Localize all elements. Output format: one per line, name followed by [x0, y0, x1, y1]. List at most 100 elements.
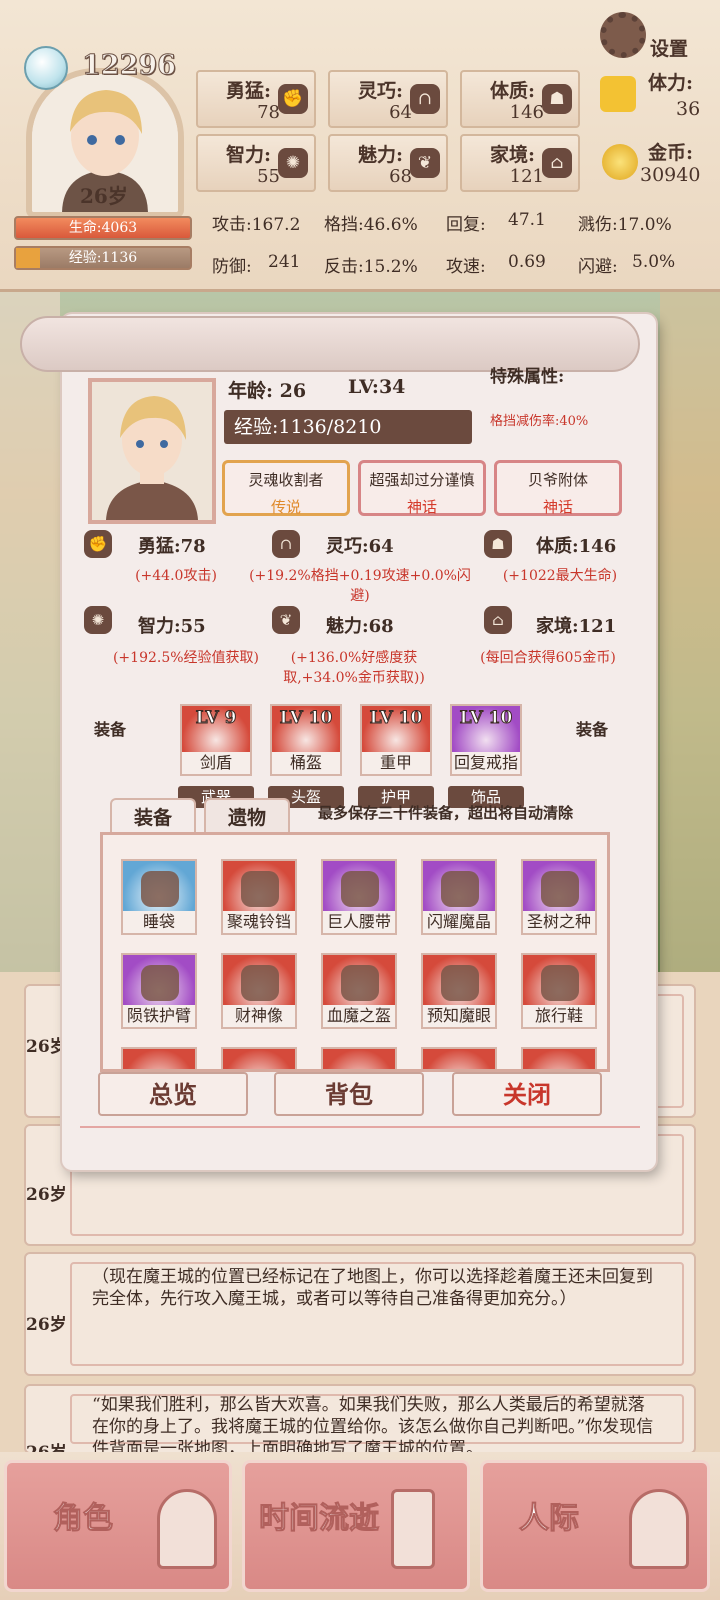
- hp-bar: 生命:4063: [14, 216, 192, 240]
- stat-charm[interactable]: 魅力: 68 ❦: [328, 134, 448, 192]
- gold-coin-icon: [602, 144, 638, 180]
- exp-progress: 经验:1136/8210: [224, 410, 472, 444]
- stat-intelligence[interactable]: 智力: 55 ✺: [196, 134, 316, 192]
- inventory-item[interactable]: 巨人腰带: [321, 859, 397, 935]
- arm-icon: ☗: [542, 84, 572, 114]
- gold-label: 金币:: [648, 142, 694, 164]
- inventory-item[interactable]: 血魔之盔: [321, 953, 397, 1029]
- block-stat: 格挡:46.6%: [324, 215, 418, 235]
- house-icon: ⌂: [542, 148, 572, 178]
- xp-bar: 经验:1136: [14, 246, 192, 270]
- tab-relics[interactable]: 遗物: [204, 798, 290, 834]
- brain-icon: ✺: [84, 606, 112, 634]
- brain-icon: ✺: [278, 148, 308, 178]
- cloak-icon: ∩: [272, 530, 300, 558]
- attack-stat: 攻击:167.2: [212, 215, 301, 235]
- cloak-icon: ∩: [410, 84, 440, 114]
- fist-icon: ✊: [278, 84, 308, 114]
- log-entry: 26岁 （现在魔王城的位置已经标记在了地图上，你可以选择趁着魔王还未回复到完全体，…: [24, 1252, 696, 1376]
- bag-capacity-note: 最多保存三十件装备，超出将自动清除: [318, 804, 574, 822]
- stamina-value: 36: [676, 98, 701, 120]
- inventory-item[interactable]: 财神像: [221, 953, 297, 1029]
- stamina-label: 体力:: [648, 72, 694, 94]
- equipped-armor[interactable]: LV 10 重甲: [360, 704, 432, 776]
- trait-cautious[interactable]: 超强却过分谨慎 神话: [358, 460, 486, 516]
- person-icon: [157, 1489, 217, 1569]
- equipped-accessory[interactable]: LV 10 回复戒指: [450, 704, 522, 776]
- attr-intelligence-desc: (+192.5%经验值获取): [112, 650, 260, 666]
- status-panel: 设置 12296 26岁 生命:4063 经验:1136 勇猛: 78 ✊ 灵巧: 6…: [0, 0, 720, 292]
- gold-value: 30940: [640, 164, 701, 186]
- trait-soul-reaper[interactable]: 灵魂收割者 传说: [222, 460, 350, 516]
- stat-agility[interactable]: 灵巧: 64 ∩: [328, 70, 448, 128]
- inventory-item[interactable]: [321, 1047, 397, 1069]
- atkspeed-label: 攻速:: [446, 257, 486, 277]
- trait-bear-grylls[interactable]: 贝爷附体 神话: [494, 460, 622, 516]
- decorative-ribbon: [80, 1126, 640, 1142]
- soul-score: 12296: [82, 50, 177, 82]
- equip-label-right: 装备: [576, 720, 609, 739]
- attr-family-desc: (每回合获得605金币): [480, 650, 616, 666]
- attr-constitution: 体质:146: [536, 536, 617, 557]
- attr-charm: 魅力:68: [326, 616, 394, 637]
- xp-label: 经验:1136: [68, 250, 138, 266]
- attr-constitution-desc: (+1022最大生命): [502, 568, 618, 584]
- people-icon: [629, 1489, 689, 1569]
- modal-age: 年龄: 26: [228, 380, 307, 402]
- atkspeed-value: 0.69: [508, 252, 546, 272]
- modal-level: LV:34: [348, 376, 406, 398]
- close-button[interactable]: 关闭: [452, 1072, 602, 1116]
- inventory-item[interactable]: 圣树之种: [521, 859, 597, 935]
- gear-icon[interactable]: [600, 12, 646, 58]
- tab-equipment[interactable]: 装备: [110, 798, 196, 834]
- house-icon: ⌂: [484, 606, 512, 634]
- inventory-item[interactable]: 聚魂铃铛: [221, 859, 297, 935]
- inventory-item[interactable]: 闪耀魔晶: [421, 859, 497, 935]
- inventory-item[interactable]: [521, 1047, 597, 1069]
- overview-button[interactable]: 总览: [98, 1072, 248, 1116]
- inventory-item[interactable]: 旅行鞋: [521, 953, 597, 1029]
- settings-label[interactable]: 设置: [650, 34, 688, 61]
- hero-portrait: [92, 382, 212, 520]
- defense-value: 241: [268, 252, 301, 272]
- dodge-value: 5.0%: [632, 252, 676, 272]
- lotus-icon: ❦: [410, 148, 440, 178]
- inventory-item[interactable]: [121, 1047, 197, 1069]
- regen-value: 47.1: [508, 210, 546, 230]
- stat-constitution[interactable]: 体质: 146 ☗: [460, 70, 580, 128]
- stat-family[interactable]: 家境: 121 ⌂: [460, 134, 580, 192]
- age-label: 26岁: [80, 184, 128, 208]
- defense-label: 防御:: [212, 257, 252, 277]
- lotus-icon: ❦: [272, 606, 300, 634]
- attr-courage: 勇猛:78: [138, 536, 206, 557]
- inventory-item[interactable]: 睡袋: [121, 859, 197, 935]
- inventory-item[interactable]: [421, 1047, 497, 1069]
- special-attr: 格挡减伤率:40%: [490, 414, 589, 429]
- equipped-weapon[interactable]: LV 9 剑盾: [180, 704, 252, 776]
- backpack-button[interactable]: 背包: [274, 1072, 424, 1116]
- bottom-nav: 角色 时间流逝 人际: [0, 1452, 720, 1600]
- arm-icon: ☗: [484, 530, 512, 558]
- counter-stat: 反击:15.2%: [324, 257, 418, 277]
- inventory-item[interactable]: 陨铁护臂: [121, 953, 197, 1029]
- attr-charm-desc: (+136.0%好感度获取,+34.0%金币获取)): [283, 650, 425, 686]
- equipped-helmet[interactable]: LV 10 桶盔: [270, 704, 342, 776]
- dodge-label: 闪避:: [578, 257, 618, 277]
- equip-label-left: 装备: [94, 720, 127, 739]
- inventory-item[interactable]: 预知魔眼: [421, 953, 497, 1029]
- nav-relationships[interactable]: 人际: [480, 1460, 710, 1592]
- attr-family: 家境:121: [536, 616, 617, 637]
- soul-icon: [24, 46, 68, 90]
- lightning-icon: [600, 76, 636, 112]
- inventory-item[interactable]: [221, 1047, 297, 1069]
- nav-time-passes[interactable]: 时间流逝: [242, 1460, 470, 1592]
- special-title: 特殊属性:: [490, 367, 565, 387]
- attr-agility-desc: (+19.2%格挡+0.19攻速+0.0%闪避): [249, 568, 471, 604]
- nav-character[interactable]: 角色: [4, 1460, 232, 1592]
- fist-icon: ✊: [84, 530, 112, 558]
- log-entry: 26岁 “如果我们胜利，那么皆大欢喜。如果我们失败，那么人类最后的希望就落在你的身…: [24, 1384, 696, 1454]
- attr-courage-desc: (+44.0攻击): [135, 568, 217, 584]
- stat-courage[interactable]: 勇猛: 78 ✊: [196, 70, 316, 128]
- attr-intelligence: 智力:55: [138, 616, 206, 637]
- inventory-grid: 睡袋 聚魂铃铛 巨人腰带 闪耀魔晶 圣树之种 陨铁护臂 财神像 血魔之盔 预知魔…: [100, 832, 610, 1072]
